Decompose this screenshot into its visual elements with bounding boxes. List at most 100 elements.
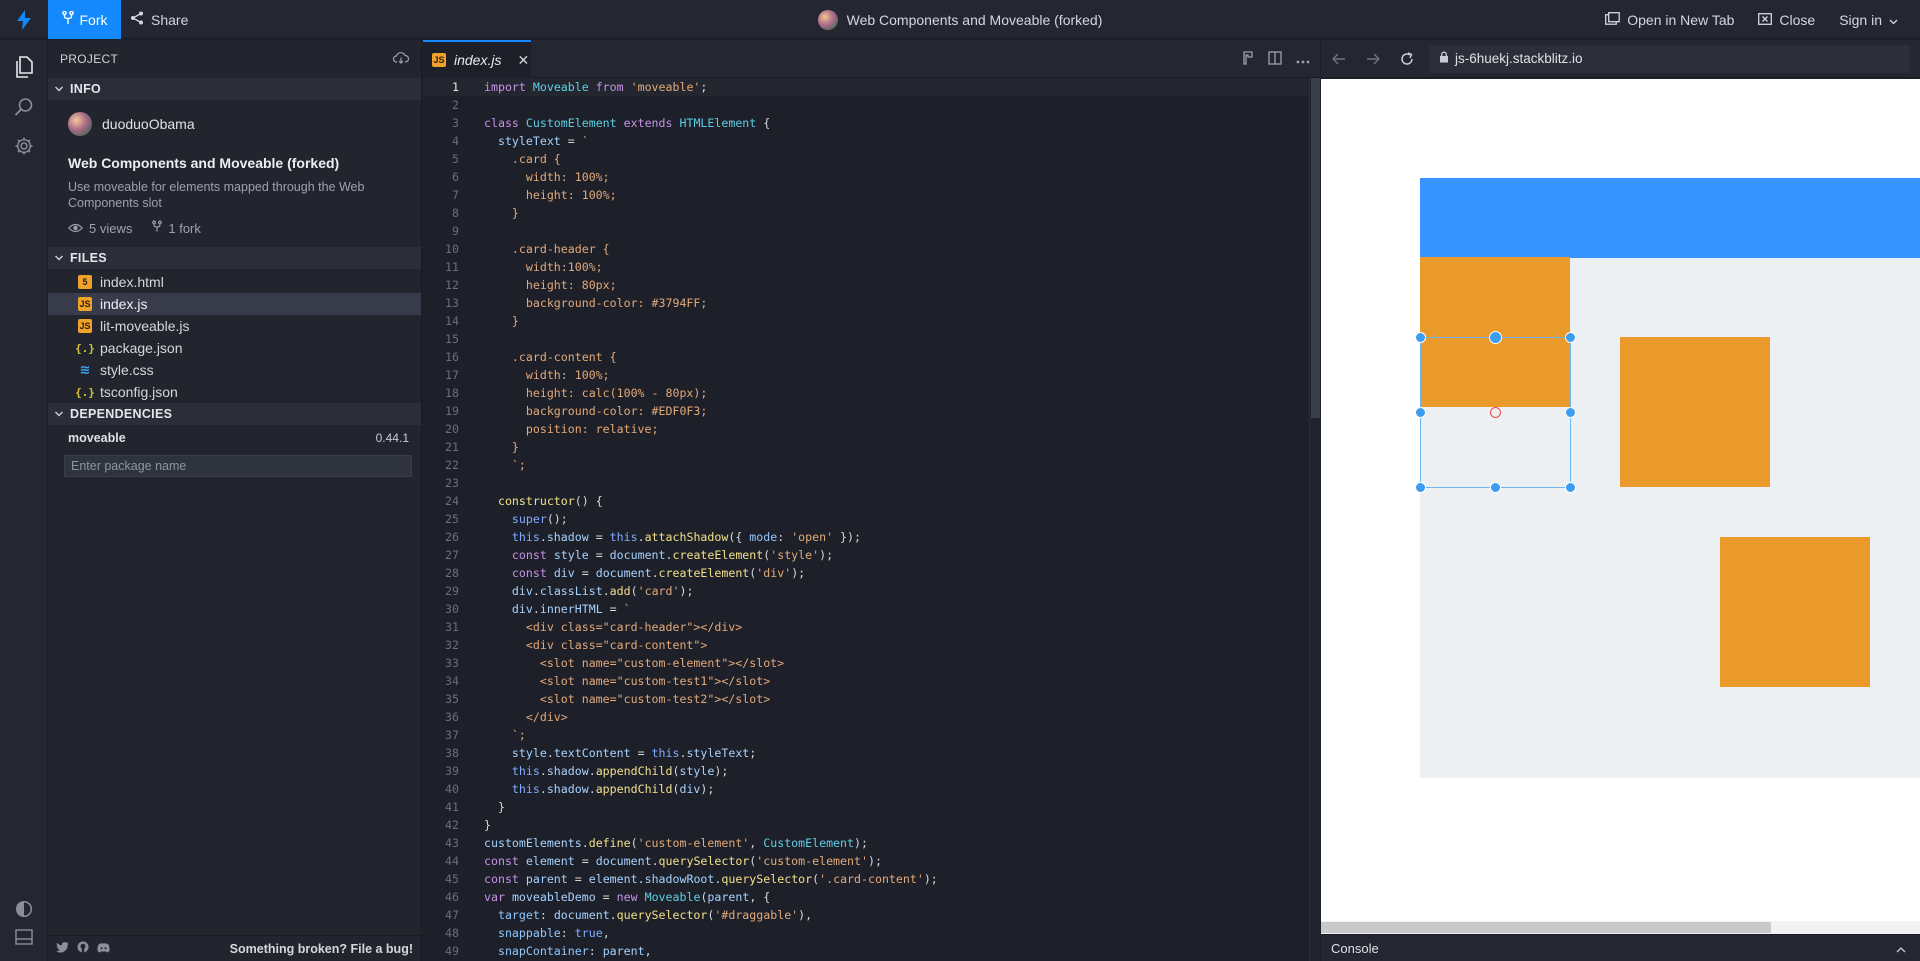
open-new-tab-button[interactable]: Open in New Tab <box>1605 12 1734 28</box>
resize-handle-e[interactable] <box>1565 407 1576 418</box>
code-line: 22 `; <box>423 456 1309 474</box>
files-section-header[interactable]: FILES <box>48 247 421 269</box>
package-name-input[interactable] <box>64 455 412 477</box>
code-line: 21 } <box>423 438 1309 456</box>
fork-button[interactable]: Fork <box>48 0 121 39</box>
preview-url-bar[interactable]: js-6huekj.stackblitz.io <box>1429 44 1910 73</box>
code-line: 2 <box>423 96 1309 114</box>
chevron-down-icon <box>54 86 64 92</box>
info-section-header[interactable]: INFO <box>48 78 421 100</box>
code-text: const parent = element.shadowRoot.queryS… <box>484 872 938 886</box>
line-number: 14 <box>445 314 459 328</box>
code-line: 33 <slot name="custom-element"></slot> <box>423 654 1309 672</box>
code-text: width: 100%; <box>484 170 610 184</box>
code-text: } <box>484 314 519 328</box>
dependency-row[interactable]: moveable 0.44.1 <box>48 427 421 449</box>
settings-gear-icon[interactable] <box>11 133 37 159</box>
theme-toggle-icon[interactable] <box>11 896 37 922</box>
user-row[interactable]: duoduoObama <box>68 110 401 138</box>
resize-handle-ne[interactable] <box>1565 332 1576 343</box>
share-icon <box>130 11 144 28</box>
refresh-icon[interactable] <box>1395 47 1419 71</box>
twitter-icon[interactable] <box>56 941 69 956</box>
code-line: 3 class CustomElement extends HTMLElement… <box>423 114 1309 132</box>
code-text: div.classList.add('card'); <box>511 584 694 598</box>
code-text: <div class="card-content"> <box>484 638 708 652</box>
share-button[interactable]: Share <box>130 0 188 39</box>
arrow-right-icon[interactable] <box>1361 47 1385 71</box>
close-icon[interactable]: ✕ <box>517 52 529 69</box>
fork-icon <box>152 220 163 236</box>
resize-handle-nw[interactable] <box>1415 332 1426 343</box>
files-icon[interactable] <box>11 54 37 80</box>
scrollbar-thumb[interactable] <box>1311 78 1320 418</box>
rotation-origin-handle[interactable] <box>1490 407 1501 418</box>
cloud-download-icon[interactable] <box>392 51 410 67</box>
sign-in-button[interactable]: Sign in <box>1839 12 1898 28</box>
resize-handle-sw[interactable] <box>1415 482 1426 493</box>
eye-icon <box>67 221 84 236</box>
file-item-index-js[interactable]: JS index.js <box>48 293 421 315</box>
line-number: 18 <box>445 386 459 400</box>
more-options-icon[interactable] <box>1296 52 1310 67</box>
resize-handle-w[interactable] <box>1415 407 1426 418</box>
custom-test2-box[interactable] <box>1720 537 1870 687</box>
code-line: 39 this.shadow.appendChild(style); <box>423 762 1309 780</box>
file-bug-link[interactable]: Something broken? File a bug! <box>230 942 413 956</box>
code-text: this.shadow.appendChild(style); <box>511 764 729 778</box>
line-number: 25 <box>445 512 459 526</box>
file-item-index-html[interactable]: 5 index.html <box>48 271 421 293</box>
arrow-left-icon[interactable] <box>1327 47 1351 71</box>
line-number: 12 <box>445 278 459 292</box>
code-text: var moveableDemo = new Moveable(parent, … <box>484 890 771 904</box>
line-number: 22 <box>445 458 459 472</box>
resize-handle-s[interactable] <box>1490 482 1501 493</box>
preview-frame[interactable] <box>1321 79 1920 934</box>
resize-handle-n[interactable] <box>1489 331 1502 344</box>
file-item-package-json[interactable]: {.} package.json <box>48 337 421 359</box>
share-label: Share <box>151 11 189 28</box>
line-number: 7 <box>452 188 459 202</box>
github-icon[interactable] <box>77 941 89 956</box>
close-preview-button[interactable]: Close <box>1758 12 1815 28</box>
code-line: 17 width: 100%; <box>423 366 1309 384</box>
resize-handle-se[interactable] <box>1565 482 1576 493</box>
code-text: <slot name="custom-element"></slot> <box>484 656 785 670</box>
custom-test1-box[interactable] <box>1620 337 1770 487</box>
file-name: index.html <box>100 274 164 290</box>
project-stats: 5 views 1 fork <box>67 220 401 236</box>
stackblitz-logo-icon[interactable] <box>0 0 48 39</box>
search-icon[interactable] <box>11 94 37 120</box>
code-area[interactable]: 1 import Moveable from 'moveable'; 2 3 class… <box>423 78 1309 961</box>
editor-scrollbar[interactable] <box>1309 78 1320 961</box>
tab-index-js[interactable]: JS index.js ✕ <box>423 40 531 78</box>
format-code-icon[interactable] <box>1242 50 1254 68</box>
code-text: this.shadow.appendChild(div); <box>511 782 715 796</box>
split-editor-icon[interactable] <box>1268 50 1282 68</box>
scrollbar-thumb[interactable] <box>1321 922 1771 933</box>
layout-panel-icon[interactable] <box>11 924 37 950</box>
chevron-up-icon[interactable] <box>1896 941 1906 956</box>
file-item-style-css[interactable]: ≋ style.css <box>48 359 421 381</box>
code-line: 32 <div class="card-content"> <box>423 636 1309 654</box>
preview-horizontal-scrollbar[interactable] <box>1321 921 1920 934</box>
js-file-icon: JS <box>78 297 92 311</box>
forks-count: 1 fork <box>168 220 201 236</box>
code-line: 38 style.textContent = this.styleText; <box>423 744 1309 762</box>
line-number: 41 <box>445 800 459 814</box>
top-right-actions: Open in New Tab Close Sign in <box>1605 0 1920 39</box>
dependencies-section-header[interactable]: DEPENDENCIES <box>48 403 421 425</box>
fork-label: Fork <box>79 11 108 28</box>
console-panel-bar[interactable]: Console <box>1321 934 1920 961</box>
views-count: 5 views <box>89 220 133 236</box>
line-number: 21 <box>445 440 459 454</box>
file-item-tsconfig-json[interactable]: {.} tsconfig.json <box>48 381 421 403</box>
code-line: 40 this.shadow.appendChild(div); <box>423 780 1309 798</box>
top-bar: Fork Share Web Components and Moveable (… <box>0 0 1920 39</box>
activity-bar <box>0 40 48 961</box>
discord-icon[interactable] <box>97 941 110 956</box>
forks-stat: 1 fork <box>152 220 201 236</box>
close-window-icon <box>1758 12 1773 28</box>
file-item-lit-moveable-js[interactable]: JS lit-moveable.js <box>48 315 421 337</box>
